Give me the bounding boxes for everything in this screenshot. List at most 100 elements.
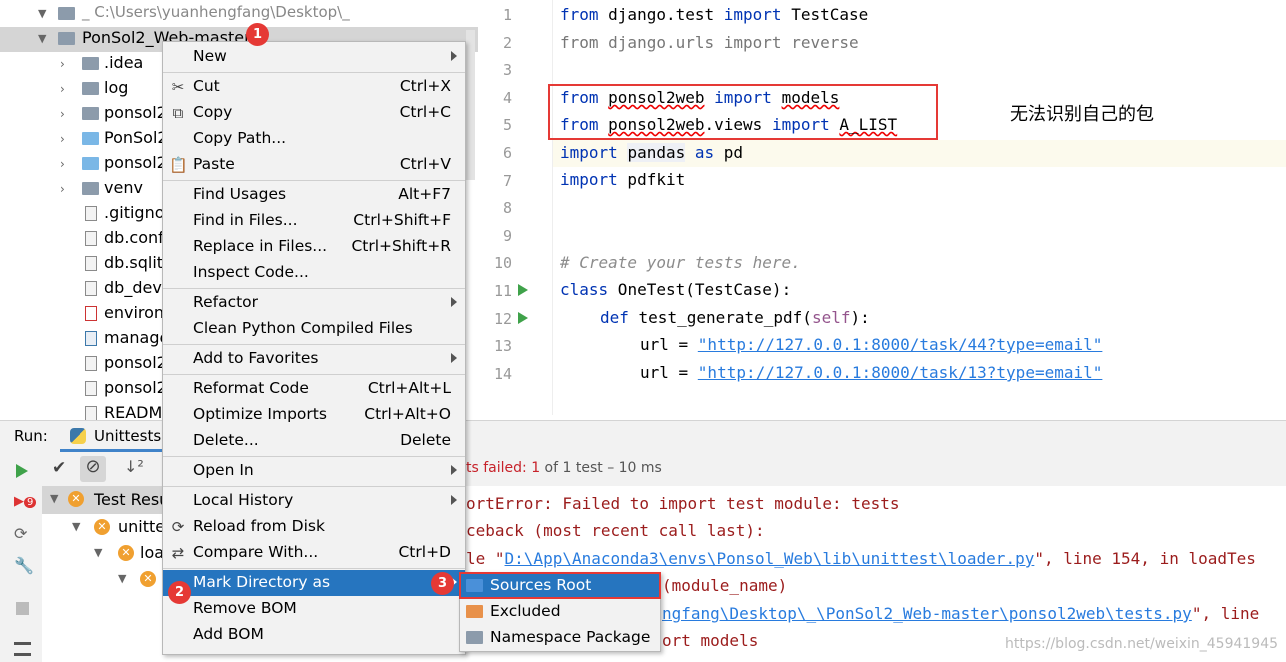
run-status: ts failed: 1 of 1 test – 10 ms <box>466 460 662 476</box>
menu-item-local-history[interactable]: Local History <box>163 488 465 514</box>
menu-item-mark-directory-as[interactable]: Mark Directory as <box>163 570 465 596</box>
file-icon <box>85 206 97 221</box>
menu-item-inspect-code[interactable]: Inspect Code... <box>163 260 465 286</box>
file-icon <box>85 306 97 321</box>
submenu-item-namespace-package[interactable]: Namespace Package <box>460 625 660 651</box>
keyword: def <box>600 308 629 327</box>
file-link[interactable]: ngfang\Desktop\_\PonSol2_Web-master\pons… <box>662 604 1192 623</box>
menu-item-optimize-imports[interactable]: Optimize Imports Ctrl+Alt+O <box>163 402 465 428</box>
chevron-down-icon[interactable]: ▼ <box>72 520 80 533</box>
line-number: 8 <box>502 199 512 218</box>
chevron-down-icon[interactable]: ▼ <box>118 572 126 585</box>
annotation-text: 无法识别自己的包 <box>1010 104 1154 125</box>
chevron-right-icon[interactable]: › <box>60 182 65 196</box>
submenu-item-excluded[interactable]: Excluded <box>460 599 660 625</box>
menu-item-copy[interactable]: ⧉ Copy Ctrl+C <box>163 100 465 126</box>
menu-item-replace-in-files[interactable]: Replace in Files... Ctrl+Shift+R <box>163 234 465 260</box>
tree-item-label: db.confi <box>104 228 169 247</box>
menu-item-label: Copy Path... <box>193 129 287 147</box>
tab-unittests[interactable]: Unittests <box>60 421 170 452</box>
test-root-label: Test Resu <box>94 490 170 509</box>
step-badge-2: 2 <box>168 581 191 604</box>
tree-item-label: manage <box>104 328 170 347</box>
code-line-10: # Create your tests here. <box>560 253 801 272</box>
menu-item-copy-path[interactable]: Copy Path... <box>163 126 465 152</box>
menu-item-clean-python-compiled-files[interactable]: Clean Python Compiled Files <box>163 316 465 342</box>
variable: url = <box>640 335 698 354</box>
toggle-auto-test-icon[interactable]: ⟳ <box>14 524 27 543</box>
tree-root-row[interactable]: ▼ _ C:\Users\yuanhengfang\Desktop\_ <box>0 2 478 27</box>
layout-icon[interactable] <box>14 642 31 656</box>
chevron-down-icon[interactable]: ▼ <box>50 492 58 505</box>
code-line-11: class OneTest(TestCase): <box>560 280 791 299</box>
chevron-down-icon[interactable]: ▼ <box>38 32 46 45</box>
chevron-right-icon[interactable]: › <box>60 82 65 96</box>
code-editor[interactable]: 1 2 3 4 5 6 7 8 9 10 11 12 13 14 from django.test imp… <box>480 0 1286 415</box>
menu-item-new[interactable]: New <box>163 44 465 70</box>
file-link[interactable]: D:\App\Anaconda3\envs\Ponsol_Web\lib\uni… <box>505 549 1035 568</box>
menu-item-label: Local History <box>193 491 294 509</box>
menu-item-delete[interactable]: Delete... Delete <box>163 428 465 454</box>
menu-item-add-bom[interactable]: Add BOM <box>163 622 465 648</box>
wrench-icon[interactable]: 🔧 <box>14 556 34 575</box>
stop-icon[interactable] <box>16 602 29 615</box>
console-line: (module_name) <box>662 576 788 595</box>
menu-item-refactor[interactable]: Refactor <box>163 290 465 316</box>
menu-item-remove-bom[interactable]: Remove BOM <box>163 596 465 622</box>
menu-item-compare-with[interactable]: ⇄ Compare With... Ctrl+D <box>163 540 465 566</box>
chevron-right-icon[interactable]: › <box>60 157 65 171</box>
folder-icon <box>58 32 75 45</box>
chevron-down-icon[interactable]: ▼ <box>94 546 102 559</box>
menu-item-paste[interactable]: 📋 Paste Ctrl+V <box>163 152 465 178</box>
show-ignored-icon[interactable]: ⊘ <box>80 456 106 482</box>
folder-icon <box>466 631 483 644</box>
url-string[interactable]: "http://127.0.0.1:8000/task/44?type=emai… <box>698 335 1103 354</box>
tree-item-label: .gitigno <box>104 203 165 222</box>
tree-scrollbar[interactable] <box>466 30 475 180</box>
menu-item-label: Replace in Files... <box>193 237 328 255</box>
menu-item-find-in-files[interactable]: Find in Files... Ctrl+Shift+F <box>163 208 465 234</box>
menu-item-open-in[interactable]: Open In <box>163 458 465 484</box>
menu-item-add-to-favorites[interactable]: Add to Favorites <box>163 346 465 372</box>
menu-item-find-usages[interactable]: Find Usages Alt+F7 <box>163 182 465 208</box>
rerun-failed-icon[interactable]: ▶ 9 <box>14 494 37 509</box>
menu-item-reformat-code[interactable]: Reformat Code Ctrl+Alt+L <box>163 376 465 402</box>
url-string[interactable]: "http://127.0.0.1:8000/task/13?type=emai… <box>698 363 1103 382</box>
file-icon <box>85 381 97 396</box>
menu-item-shortcut: Ctrl+D <box>398 543 451 561</box>
failed-icon: ✕ <box>118 545 134 561</box>
run-gutter-icon[interactable] <box>518 312 528 324</box>
chevron-right-icon[interactable]: › <box>60 57 65 71</box>
chevron-down-icon[interactable]: ▼ <box>38 7 46 20</box>
step-badge-1: 1 <box>246 23 269 46</box>
import-name: TestCase <box>781 5 869 24</box>
menu-separator <box>163 72 465 73</box>
tree-item-label: ponsol2 <box>104 153 167 172</box>
menu-item-cut[interactable]: ✂ Cut Ctrl+X <box>163 74 465 100</box>
line-number: 13 <box>493 337 512 356</box>
line-number: 2 <box>502 33 512 52</box>
menu-item-label: Cut <box>193 77 220 95</box>
console-line: le "D:\App\Anaconda3\envs\Ponsol_Web\lib… <box>466 549 1256 568</box>
line-number: 10 <box>493 254 512 273</box>
menu-item-label: Add BOM <box>193 625 264 643</box>
menu-item-shortcut: Ctrl+C <box>399 103 451 121</box>
menu-item-label: Reformat Code <box>193 379 309 397</box>
console-line: ngfang\Desktop\_\PonSol2_Web-master\pons… <box>662 604 1259 623</box>
show-passed-icon[interactable]: ✔ <box>52 458 66 478</box>
tab-unittests-label: Unittests <box>94 427 162 445</box>
run-gutter-icon[interactable] <box>518 284 528 296</box>
code-line-13: url = "http://127.0.0.1:8000/task/44?typ… <box>640 335 1102 354</box>
rerun-icon[interactable] <box>16 464 28 478</box>
code-line-2: from django.urls import reverse <box>560 33 859 52</box>
menu-item-label: Optimize Imports <box>193 405 327 423</box>
chevron-right-icon[interactable]: › <box>60 132 65 146</box>
chevron-right-icon[interactable]: › <box>60 107 65 121</box>
menu-item-reload-from-disk[interactable]: ⟳ Reload from Disk <box>163 514 465 540</box>
menu-item-label: New <box>193 47 227 65</box>
sort-icon[interactable]: ↓² <box>124 457 144 476</box>
module-name: pandas <box>627 143 686 162</box>
submenu-arrow-icon <box>451 465 457 475</box>
menu-item-label: Open In <box>193 461 254 479</box>
class-declaration: OneTest(TestCase): <box>608 280 792 299</box>
